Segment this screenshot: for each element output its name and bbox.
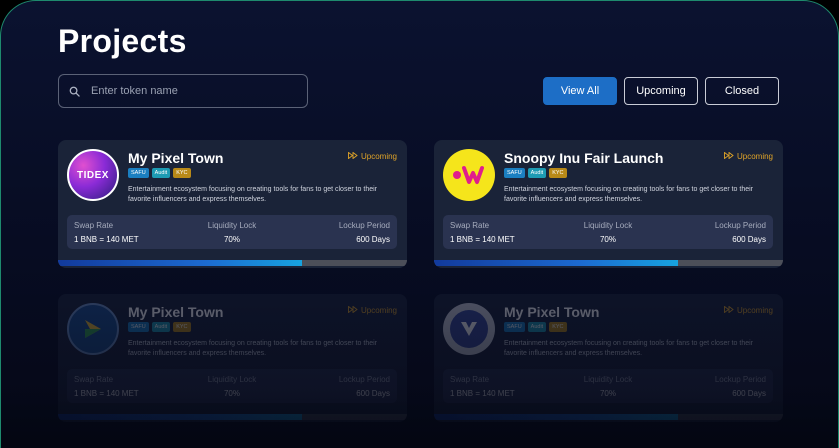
audit-badge: Audit <box>527 168 547 178</box>
project-card[interactable]: My Pixel Town Upcoming SAFU Audit KYC En… <box>58 294 407 422</box>
stats-box: Swap Rate 1 BNB = 140 MET Liquidity Lock 7… <box>67 369 397 403</box>
project-card[interactable]: My Pixel Town Upcoming SAFU Audit KYC En… <box>434 294 783 422</box>
stats-box: Swap Rate 1 BNB = 140 MET Liquidity Lock 7… <box>67 215 397 249</box>
lockup-period-value: 600 Days <box>356 235 390 244</box>
fast-forward-icon <box>724 305 734 315</box>
page-title: Projects <box>58 23 187 59</box>
closed-button[interactable]: Closed <box>705 77 779 105</box>
safu-badge: SAFU <box>504 322 525 332</box>
kyc-badge: KYC <box>549 168 567 178</box>
tidex-logo-icon: TIDEX <box>67 149 119 201</box>
project-description: Entertainment ecosystem focusing on crea… <box>504 340 754 357</box>
search-icon <box>59 86 89 97</box>
stats-box: Swap Rate 1 BNB = 140 MET Liquidity Lock 7… <box>443 369 773 403</box>
lockup-period-label: Lockup Period <box>338 375 390 384</box>
project-title: Snoopy Inu Fair Launch <box>504 150 664 166</box>
status-badge: Upcoming <box>348 151 397 161</box>
status-label: Upcoming <box>360 152 397 161</box>
audit-badge: Audit <box>151 168 171 178</box>
progress-bar <box>58 260 407 266</box>
v-logo-icon <box>443 303 495 355</box>
w-logo-icon <box>443 149 495 201</box>
project-card[interactable]: Snoopy Inu Fair Launch Upcoming SAFU Aud… <box>434 140 783 268</box>
project-description: Entertainment ecosystem focusing on crea… <box>128 186 378 203</box>
lockup-period-label: Lockup Period <box>714 221 766 230</box>
project-title: My Pixel Town <box>504 304 600 320</box>
project-title: My Pixel Town <box>128 150 224 166</box>
status-badge: Upcoming <box>724 151 773 161</box>
projects-panel: Projects View All Upcoming Closed TIDEX … <box>0 0 839 448</box>
kyc-badge: KYC <box>549 322 567 332</box>
progress-bar <box>434 414 783 420</box>
upcoming-button[interactable]: Upcoming <box>624 77 698 105</box>
lockup-period-value: 600 Days <box>732 389 766 398</box>
safu-badge: SAFU <box>128 322 149 332</box>
logo-text: TIDEX <box>77 169 109 181</box>
project-card[interactable]: TIDEX My Pixel Town Upcoming SAFU Audit … <box>58 140 407 268</box>
arrow-logo-icon <box>67 303 119 355</box>
lockup-period-value: 600 Days <box>732 235 766 244</box>
lockup-period-value: 600 Days <box>356 389 390 398</box>
lockup-period-label: Lockup Period <box>338 221 390 230</box>
fast-forward-icon <box>348 151 358 161</box>
kyc-badge: KYC <box>173 168 191 178</box>
status-badge: Upcoming <box>724 305 773 315</box>
progress-bar <box>434 260 783 266</box>
lockup-period-label: Lockup Period <box>714 375 766 384</box>
stats-box: Swap Rate 1 BNB = 140 MET Liquidity Lock 7… <box>443 215 773 249</box>
search-input[interactable] <box>89 84 293 98</box>
status-label: Upcoming <box>736 306 773 315</box>
audit-badge: Audit <box>151 322 171 332</box>
status-label: Upcoming <box>360 306 397 315</box>
status-badge: Upcoming <box>348 305 397 315</box>
kyc-badge: KYC <box>173 322 191 332</box>
progress-bar <box>58 414 407 420</box>
audit-badge: Audit <box>527 322 547 332</box>
status-label: Upcoming <box>736 152 773 161</box>
search-box[interactable] <box>58 74 308 108</box>
fast-forward-icon <box>724 151 734 161</box>
view-all-button[interactable]: View All <box>543 77 617 105</box>
safu-badge: SAFU <box>504 168 525 178</box>
project-title: My Pixel Town <box>128 304 224 320</box>
safu-badge: SAFU <box>128 168 149 178</box>
project-description: Entertainment ecosystem focusing on crea… <box>128 340 378 357</box>
project-description: Entertainment ecosystem focusing on crea… <box>504 186 754 203</box>
fast-forward-icon <box>348 305 358 315</box>
